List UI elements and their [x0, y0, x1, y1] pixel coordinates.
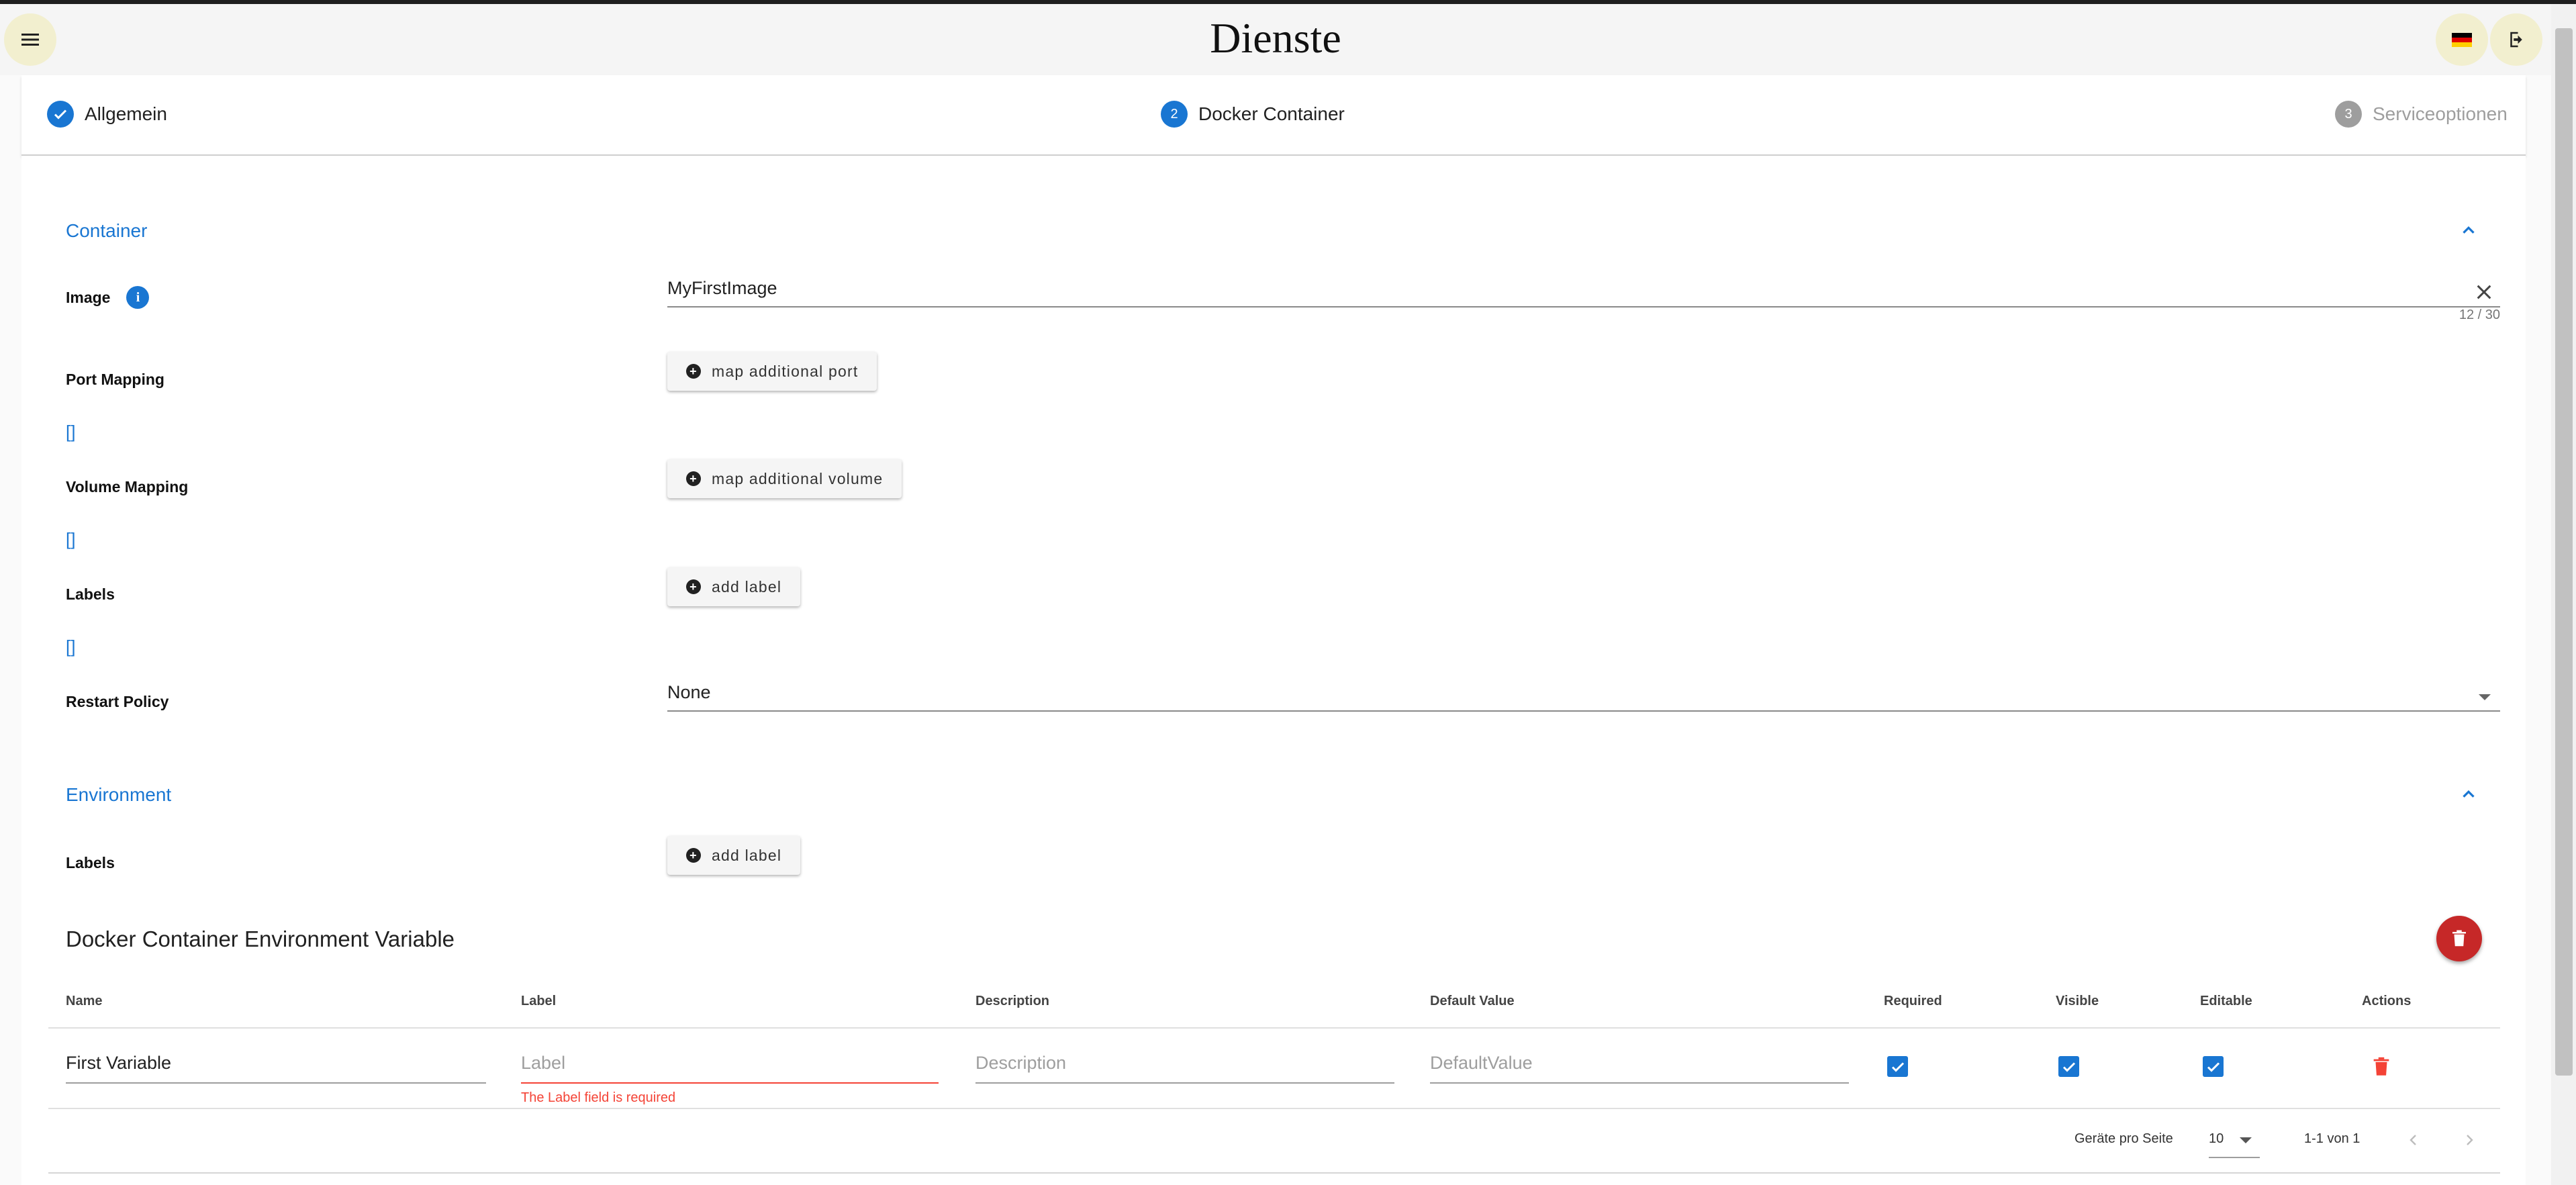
image-label: Image	[66, 288, 111, 306]
pagination-range: 1-1 von 1	[2304, 1131, 2360, 1146]
volume-mapping-value: []	[66, 529, 76, 549]
column-header-editable: Editable	[2200, 994, 2252, 1008]
german-flag-icon	[2452, 32, 2472, 47]
step-label: Docker Container	[1198, 103, 1345, 124]
plus-circle-icon: +	[686, 471, 701, 486]
map-volume-button-label: map additional volume	[712, 469, 884, 487]
rows-per-page-select[interactable]: 10	[2209, 1131, 2260, 1158]
info-icon[interactable]: i	[126, 286, 150, 309]
check-icon	[1891, 1061, 1904, 1072]
chevron-right-icon[interactable]	[2461, 1132, 2477, 1148]
restart-policy-select[interactable]: None	[667, 679, 2500, 712]
variable-label-input[interactable]: Label	[521, 1051, 939, 1084]
step-label: Allgemein	[85, 103, 167, 124]
step-docker-container[interactable]: 2 Docker Container	[1161, 101, 1345, 128]
rows-per-page-label: Geräte pro Seite	[2074, 1131, 2173, 1146]
required-checkbox[interactable]	[1887, 1056, 1908, 1077]
labels-value: []	[66, 636, 76, 657]
column-header-name: Name	[66, 994, 103, 1008]
port-mapping-value: []	[66, 422, 76, 442]
page-title: Dienste	[1210, 14, 1341, 62]
caret-down-icon[interactable]	[2240, 1137, 2252, 1143]
port-mapping-label: Port Mapping	[66, 371, 164, 388]
rows-per-page-value: 10	[2209, 1131, 2224, 1146]
add-label-button[interactable]: + add label	[667, 567, 801, 606]
check-icon	[2207, 1061, 2220, 1072]
check-icon	[2062, 1061, 2075, 1072]
column-header-required: Required	[1884, 994, 1942, 1008]
plus-circle-icon: +	[686, 579, 701, 594]
container-section-title[interactable]: Container	[66, 220, 147, 242]
close-icon[interactable]	[2473, 281, 2495, 303]
env-table-title: Docker Container Environment Variable	[66, 927, 455, 951]
column-header-default-value: Default Value	[1430, 994, 1515, 1008]
plus-circle-icon: +	[686, 848, 701, 863]
image-row-label: Image i	[66, 286, 150, 309]
volume-mapping-label: Volume Mapping	[66, 478, 189, 495]
column-header-label: Label	[521, 994, 557, 1008]
wizard-stepper: Allgemein 2 Docker Container 3 Serviceop…	[21, 75, 2526, 156]
env-labels-label: Labels	[66, 854, 115, 871]
column-header-visible: Visible	[2056, 994, 2099, 1008]
logout-button[interactable]	[2490, 13, 2542, 66]
chevron-up-icon[interactable]	[2459, 220, 2479, 240]
visible-checkbox[interactable]	[2058, 1056, 2079, 1077]
image-input[interactable]: MyFirstImage	[667, 275, 2500, 307]
trash-icon	[2452, 930, 2466, 947]
app-header: Dienste	[0, 4, 2551, 75]
column-header-actions: Actions	[2362, 994, 2412, 1008]
environment-section-title[interactable]: Environment	[66, 784, 171, 806]
chevron-left-icon[interactable]	[2405, 1132, 2422, 1148]
image-char-counter: 12 / 30	[2459, 307, 2500, 322]
check-icon	[47, 101, 74, 128]
plus-circle-icon: +	[686, 364, 701, 379]
step-label: Serviceoptionen	[2373, 103, 2508, 124]
column-header-description: Description	[975, 994, 1050, 1008]
table-row-divider	[48, 1108, 2500, 1109]
add-label-button-label: add label	[712, 577, 782, 596]
trash-icon[interactable]	[2370, 1055, 2393, 1078]
caret-down-icon[interactable]	[2479, 694, 2491, 700]
step-allgemein[interactable]: Allgemein	[47, 101, 167, 128]
language-button[interactable]	[2436, 13, 2488, 66]
form-card	[21, 156, 2526, 1185]
step-serviceoptionen[interactable]: 3 Serviceoptionen	[2335, 101, 2508, 128]
restart-policy-label: Restart Policy	[66, 693, 169, 710]
step-number: 2	[1161, 101, 1188, 128]
map-volume-button[interactable]: + map additional volume	[667, 459, 902, 498]
page-scrollbar[interactable]	[2551, 4, 2576, 1185]
env-add-label-button[interactable]: + add label	[667, 836, 801, 875]
variable-description-input[interactable]: Description	[975, 1051, 1394, 1084]
delete-all-button[interactable]	[2436, 916, 2482, 961]
editable-checkbox[interactable]	[2203, 1056, 2224, 1077]
labels-label: Labels	[66, 585, 115, 603]
map-port-button[interactable]: + map additional port	[667, 352, 877, 391]
label-error-message: The Label field is required	[521, 1090, 676, 1105]
variable-name-input[interactable]: First Variable	[66, 1051, 486, 1084]
map-port-button-label: map additional port	[712, 362, 859, 380]
table-bottom-border	[48, 1172, 2500, 1174]
table-header-divider	[48, 1027, 2500, 1029]
scrollbar-thumb[interactable]	[2555, 28, 2573, 1076]
env-add-label-button-label: add label	[712, 846, 782, 864]
chevron-up-icon[interactable]	[2459, 784, 2479, 804]
step-number: 3	[2335, 101, 2362, 128]
logout-icon	[2510, 32, 2522, 48]
variable-default-value-input[interactable]: DefaultValue	[1430, 1051, 1849, 1084]
